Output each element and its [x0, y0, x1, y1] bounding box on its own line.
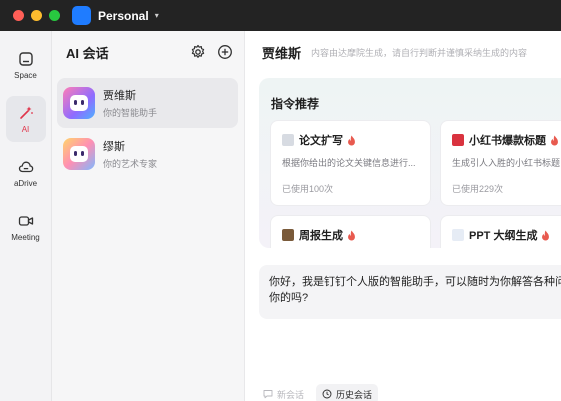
rail-label-meeting: Meeting — [11, 232, 40, 242]
close-window-button[interactable] — [13, 10, 24, 21]
nav-rail: Space AI aDrive Meeting — [0, 31, 52, 401]
conversation-item-jarvis[interactable]: 贾维斯 你的智能助手 — [57, 78, 238, 128]
conversation-subtitle: 你的智能助手 — [103, 108, 158, 118]
command-card-xiaohongshu-title[interactable]: 小红书爆款标题 生成引人入胜的小红书标题 已使用229次 — [440, 120, 561, 206]
title-bar: Personal ▾ — [0, 0, 561, 31]
assistant-greeting-message: 你好，我是钉钉个人版的智能助手，可以随时为你解答各种问 你的吗? — [259, 265, 561, 319]
rail-item-adrive[interactable]: aDrive — [6, 150, 46, 196]
video-camera-icon — [18, 215, 33, 226]
conversation-name: 缪斯 — [103, 141, 125, 153]
chat-header: 贾维斯 内容由达摩院生成，请自行判断并谨慎采纳生成的内容 — [245, 31, 561, 73]
chat-footer-actions: 新会话 历史会话 — [257, 384, 379, 401]
cloud-drive-icon — [18, 161, 33, 172]
conversation-list-title: AI 会话 — [66, 45, 109, 61]
window-controls — [13, 10, 60, 21]
briefcase-icon — [282, 229, 294, 241]
settings-gear-icon[interactable] — [190, 44, 206, 60]
command-card-title: 小红书爆款标题 — [469, 135, 546, 147]
org-logo — [72, 6, 91, 25]
org-name: Personal — [98, 8, 149, 23]
command-card-description: 生成引人入胜的小红书标题 — [452, 158, 561, 168]
command-card-usage: 已使用229次 — [452, 184, 504, 194]
rail-label-ai: AI — [21, 124, 30, 134]
conversation-name: 贾维斯 — [103, 90, 136, 102]
space-icon — [18, 51, 33, 66]
rail-item-space[interactable]: Space — [6, 42, 46, 88]
history-chat-button[interactable]: 历史会话 — [316, 384, 379, 401]
fire-icon — [348, 135, 355, 145]
conversation-subtitle: 你的艺术专家 — [103, 159, 158, 169]
history-clock-icon — [322, 389, 332, 399]
command-card-title: 周报生成 — [299, 230, 343, 242]
history-chat-label: 历史会话 — [336, 389, 373, 400]
command-card-usage: 已使用100次 — [282, 184, 334, 194]
fire-icon — [348, 230, 355, 240]
new-chat-button[interactable]: 新会话 — [257, 384, 310, 401]
command-card-weekly-report[interactable]: 周报生成 — [270, 215, 431, 248]
command-card-description: 根据你给出的论文关键信息进行... — [282, 158, 416, 168]
minimize-window-button[interactable] — [31, 10, 42, 21]
app-window: Space AI aDrive Meeting AI 会话 贾维斯 你的智能助手… — [0, 31, 561, 401]
document-icon — [282, 134, 294, 146]
muse-avatar — [63, 138, 95, 170]
rail-item-meeting[interactable]: Meeting — [6, 204, 46, 250]
chart-icon — [452, 229, 464, 241]
chat-main: 贾维斯 内容由达摩院生成，请自行判断并谨慎采纳生成的内容 指令推荐 论文扩写 根… — [245, 31, 561, 401]
chevron-down-icon: ▾ — [154, 11, 159, 20]
conversation-list-header: AI 会话 — [52, 31, 244, 73]
org-switcher[interactable]: Personal ▾ — [72, 6, 159, 25]
command-card-ppt-outline[interactable]: PPT 大纲生成 — [440, 215, 561, 248]
command-card-paper-expand[interactable]: 论文扩写 根据你给出的论文关键信息进行... 已使用100次 — [270, 120, 431, 206]
fire-icon — [551, 135, 558, 145]
rail-item-ai[interactable]: AI — [5, 96, 46, 142]
command-card-title: 论文扩写 — [299, 135, 343, 147]
chat-title: 贾维斯 — [262, 45, 302, 61]
chat-bubble-icon — [263, 390, 273, 399]
conversation-item-muse[interactable]: 缪斯 你的艺术专家 — [57, 129, 238, 179]
greeting-line: 你的吗? — [269, 292, 309, 304]
conversation-list-panel: AI 会话 贾维斯 你的智能助手 缪斯 你的艺术专家 — [52, 31, 245, 401]
greeting-line: 你好，我是钉钉个人版的智能助手，可以随时为你解答各种问 — [269, 276, 561, 288]
rail-label-space: Space — [14, 70, 37, 80]
jarvis-avatar — [63, 87, 95, 119]
red-book-icon — [452, 134, 464, 146]
ai-disclaimer: 内容由达摩院生成，请自行判断并谨慎采纳生成的内容 — [311, 47, 528, 58]
rail-label-adrive: aDrive — [13, 178, 38, 188]
zoom-window-button[interactable] — [49, 10, 60, 21]
add-conversation-icon[interactable] — [217, 44, 233, 60]
fire-icon — [542, 230, 550, 240]
command-recommendations: 指令推荐 论文扩写 根据你给出的论文关键信息进行... 已使用100次 小红书爆… — [259, 78, 561, 248]
command-recommendations-title: 指令推荐 — [271, 97, 320, 111]
ai-wand-icon — [19, 106, 33, 119]
new-chat-label: 新会话 — [277, 389, 305, 400]
command-card-title: PPT 大纲生成 — [469, 230, 538, 242]
